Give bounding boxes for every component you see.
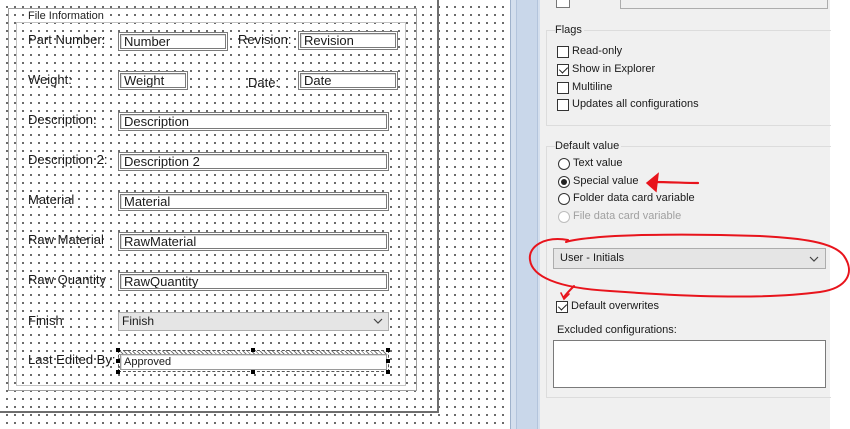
- finish-dropdown[interactable]: Finish: [118, 312, 389, 331]
- max-checkbox-partial[interactable]: [556, 0, 570, 8]
- resize-handle-s[interactable]: [251, 370, 255, 374]
- folder-data-card-variable-radio[interactable]: [558, 193, 570, 205]
- resize-handle-nw[interactable]: [116, 348, 120, 352]
- file-data-card-variable-radio: [558, 211, 570, 223]
- last-edited-by-field[interactable]: Approved: [120, 354, 387, 370]
- special-value-label: Special value: [573, 175, 639, 187]
- special-value-radio[interactable]: [558, 176, 570, 188]
- updates-all-configurations-label: Updates all configurations: [572, 98, 699, 110]
- max-field-partial[interactable]: [620, 0, 828, 9]
- excluded-configurations-list[interactable]: [553, 340, 826, 388]
- chevron-down-icon: [373, 318, 383, 324]
- splitter-track: [516, 0, 538, 429]
- raw-quantity-field[interactable]: RawQuantity: [118, 272, 389, 291]
- designer-canvas[interactable]: File Information Part Number: Number Rev…: [0, 0, 510, 429]
- chevron-down-icon: [809, 256, 819, 262]
- material-label: Material: [28, 192, 75, 207]
- special-value-dropdown-value: User - Initials: [560, 252, 625, 264]
- show-in-explorer-label: Show in Explorer: [572, 63, 656, 75]
- multiline-label: Multiline: [572, 81, 613, 93]
- text-value-label: Text value: [573, 157, 623, 169]
- part-number-field[interactable]: Number: [118, 32, 228, 51]
- default-value-title: Default value: [555, 140, 622, 152]
- resize-handle-se[interactable]: [386, 370, 390, 374]
- material-field[interactable]: Material: [118, 192, 389, 211]
- special-value-dropdown[interactable]: User - Initials: [553, 248, 826, 269]
- excluded-configurations-label: Excluded configurations:: [557, 324, 677, 336]
- date-field[interactable]: Date: [298, 71, 398, 90]
- resize-handle-w[interactable]: [116, 359, 120, 363]
- multiline-checkbox[interactable]: [557, 82, 569, 94]
- flags-title: Flags: [555, 24, 584, 36]
- weight-label: Weight:: [28, 72, 72, 87]
- description-2-field[interactable]: Description 2: [118, 152, 389, 171]
- part-number-label: Part Number:: [28, 32, 106, 47]
- resize-handle-n[interactable]: [251, 348, 255, 352]
- weight-field[interactable]: Weight: [118, 71, 188, 90]
- updates-all-configurations-checkbox[interactable]: [557, 99, 569, 111]
- default-overwrites-checkbox[interactable]: [556, 301, 568, 313]
- read-only-label: Read-only: [572, 45, 623, 57]
- revision-field[interactable]: Revision: [298, 31, 398, 50]
- default-overwrites-label: Default overwrites: [571, 300, 660, 312]
- last-edited-by-label: Last Edited By:: [28, 352, 116, 367]
- resize-handle-sw[interactable]: [116, 370, 120, 374]
- finish-label: Finish: [28, 313, 63, 328]
- date-label: Date:: [248, 75, 280, 90]
- description-field[interactable]: Description: [118, 112, 389, 131]
- description-label: Description:: [28, 112, 97, 127]
- raw-material-field[interactable]: RawMaterial: [118, 232, 389, 251]
- read-only-checkbox[interactable]: [557, 46, 569, 58]
- resize-handle-ne[interactable]: [386, 348, 390, 352]
- pane-splitter[interactable]: [510, 0, 541, 429]
- finish-dropdown-value: Finish: [122, 314, 155, 328]
- folder-data-card-variable-label: Folder data card variable: [573, 192, 695, 204]
- text-value-radio[interactable]: [558, 158, 570, 170]
- raw-material-label: Raw Material: [28, 232, 104, 247]
- show-in-explorer-checkbox[interactable]: [557, 64, 569, 76]
- panel-edge: [830, 0, 850, 429]
- group-title: File Information: [25, 10, 107, 22]
- raw-quantity-label: Raw Quantity: [28, 272, 107, 287]
- revision-label: Revision:: [238, 32, 292, 47]
- file-data-card-variable-label: File data card variable: [573, 210, 682, 222]
- last-edited-by-field-selection[interactable]: Approved: [118, 350, 389, 372]
- resize-handle-e[interactable]: [386, 359, 390, 363]
- description-2-label: Description 2:: [28, 152, 108, 167]
